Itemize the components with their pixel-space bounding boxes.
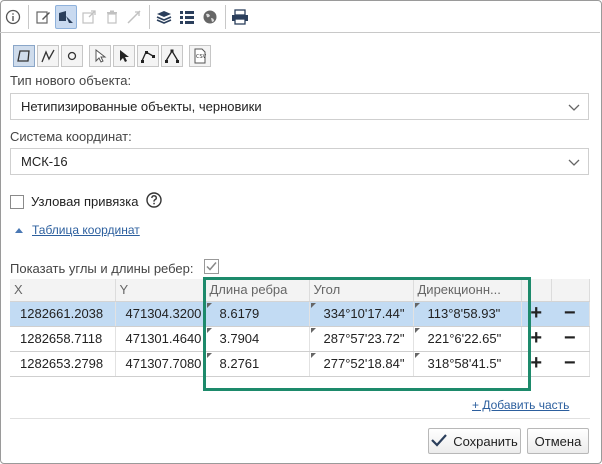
remove-vertex-button[interactable]: − bbox=[551, 351, 590, 377]
col-header-remove bbox=[551, 279, 590, 302]
pointer-icon[interactable] bbox=[89, 45, 111, 67]
checkmark-icon bbox=[431, 433, 448, 450]
object-type-label: Тип нового объекта: bbox=[10, 73, 132, 88]
show-angles-checkbox[interactable] bbox=[203, 259, 219, 277]
cancel-button[interactable]: Отмена bbox=[527, 428, 589, 454]
snap-row: Узловая привязка bbox=[10, 192, 163, 211]
col-header-y[interactable]: Y bbox=[115, 279, 206, 302]
info-icon[interactable] bbox=[2, 5, 24, 29]
col-header-direction[interactable]: Дирекционн... bbox=[413, 279, 522, 302]
col-header-angle[interactable]: Угол bbox=[309, 279, 414, 302]
cell-direction[interactable]: 318°58'41.5" bbox=[413, 351, 522, 377]
coord-system-value: МСК-16 bbox=[21, 154, 68, 169]
layers-icon[interactable] bbox=[153, 5, 175, 29]
svg-text:CSV: CSV bbox=[196, 54, 207, 60]
cell-length[interactable]: 8.6179 bbox=[205, 301, 310, 327]
coord-table-toggle[interactable]: Таблица координат bbox=[14, 222, 140, 237]
cell-y[interactable]: 471307.7080 bbox=[115, 351, 206, 377]
main-toolbar bbox=[2, 2, 252, 32]
triangle-up-icon bbox=[14, 222, 24, 237]
point-icon[interactable] bbox=[61, 45, 83, 67]
select-arrow-icon[interactable] bbox=[113, 45, 135, 67]
cell-angle[interactable]: 277°52'18.84" bbox=[309, 351, 414, 377]
table-row[interactable]: 1282661.2038 471304.3200 8.6179 334°10'1… bbox=[10, 301, 590, 327]
remove-vertex-button[interactable]: − bbox=[551, 326, 590, 352]
table-header-row: X Y Длина ребра Угол Дирекционн... bbox=[10, 279, 590, 302]
cell-x[interactable]: 1282658.7118 bbox=[10, 326, 116, 352]
col-header-add bbox=[521, 279, 552, 302]
object-type-value: Нетипизированные объекты, черновики bbox=[21, 99, 262, 114]
cell-angle[interactable]: 334°10'17.44" bbox=[309, 301, 414, 327]
list-icon[interactable] bbox=[176, 5, 198, 29]
cancel-button-label: Отмена bbox=[534, 433, 582, 449]
table-row[interactable]: 1282658.7118 471301.4640 3.7904 287°57'2… bbox=[10, 326, 590, 352]
print-icon[interactable] bbox=[229, 5, 251, 29]
save-button-label: Сохранить bbox=[453, 433, 518, 449]
show-angles-row: Показать углы и длины ребер: bbox=[10, 259, 219, 277]
globe-icon[interactable] bbox=[199, 5, 221, 29]
toolbar-divider bbox=[0, 32, 600, 33]
col-header-x[interactable]: X bbox=[10, 279, 116, 302]
add-vertex-button[interactable]: + bbox=[521, 301, 551, 327]
measure-icon[interactable] bbox=[124, 5, 146, 29]
cell-length[interactable]: 3.7904 bbox=[205, 326, 310, 352]
add-part-link[interactable]: + Добавить часть bbox=[472, 398, 569, 412]
add-vertex-button[interactable]: + bbox=[521, 326, 551, 352]
table-row[interactable]: 1282653.2798 471307.7080 8.2761 277°52'1… bbox=[10, 351, 590, 377]
cell-length[interactable]: 8.2761 bbox=[205, 351, 310, 377]
cell-y[interactable]: 471301.4640 bbox=[115, 326, 206, 352]
cell-x[interactable]: 1282653.2798 bbox=[10, 351, 116, 377]
export-icon[interactable] bbox=[78, 5, 100, 29]
cell-direction[interactable]: 221°6'22.65" bbox=[413, 326, 522, 352]
help-icon[interactable] bbox=[146, 192, 163, 211]
select-object-icon[interactable] bbox=[54, 5, 77, 29]
cell-angle[interactable]: 287°57'23.72" bbox=[309, 326, 414, 352]
coordinates-table: X Y Длина ребра Угол Дирекционн... 12826… bbox=[10, 279, 590, 377]
vertex-edit-icon[interactable] bbox=[137, 45, 159, 67]
footer-divider bbox=[10, 418, 590, 419]
col-header-length[interactable]: Длина ребра bbox=[205, 279, 310, 302]
snap-checkbox[interactable] bbox=[10, 194, 24, 209]
csv-import-icon[interactable]: CSV bbox=[189, 45, 211, 67]
remove-vertex-button[interactable]: − bbox=[551, 301, 590, 327]
vertex-move-icon[interactable] bbox=[161, 45, 183, 67]
edit-icon[interactable] bbox=[32, 5, 54, 29]
cell-x[interactable]: 1282661.2038 bbox=[10, 301, 116, 327]
polyline-icon[interactable] bbox=[37, 45, 59, 67]
show-angles-label: Показать углы и длины ребер: bbox=[10, 260, 194, 276]
geometry-toolbar: CSV bbox=[13, 45, 213, 67]
cell-direction[interactable]: 113°8'58.93" bbox=[413, 301, 522, 327]
object-type-select[interactable]: Нетипизированные объекты, черновики bbox=[10, 93, 589, 120]
coord-system-select[interactable]: МСК-16 bbox=[10, 148, 589, 175]
delete-icon[interactable] bbox=[101, 5, 123, 29]
add-vertex-button[interactable]: + bbox=[521, 351, 551, 377]
cell-y[interactable]: 471304.3200 bbox=[115, 301, 206, 327]
coord-system-label: Система координат: bbox=[10, 129, 132, 144]
chevron-down-icon bbox=[568, 101, 580, 116]
chevron-down-icon bbox=[568, 156, 580, 171]
coord-table-link[interactable]: Таблица координат bbox=[32, 223, 140, 237]
save-button[interactable]: Сохранить bbox=[428, 428, 521, 454]
polygon-icon[interactable] bbox=[13, 45, 35, 67]
snap-label: Узловая привязка bbox=[31, 194, 139, 209]
